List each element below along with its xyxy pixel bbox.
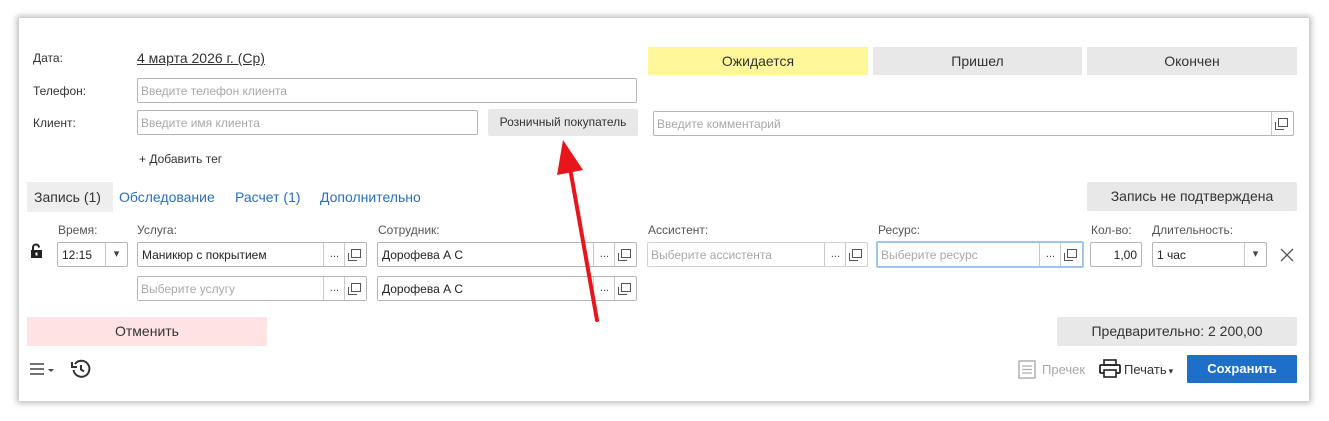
- client-label: Клиент:: [33, 116, 76, 130]
- employee2-input[interactable]: Дорофева А С ...: [377, 276, 637, 301]
- close-icon[interactable]: [1280, 248, 1294, 262]
- receipt-button[interactable]: Пречек: [1042, 362, 1085, 377]
- comment-input[interactable]: Введите комментарий: [653, 111, 1294, 136]
- unconfirmed-button[interactable]: Запись не подтверждена: [1087, 182, 1297, 211]
- status-waiting-label: Ожидается: [721, 53, 795, 69]
- employee-select-button[interactable]: ...: [593, 243, 615, 266]
- open-window-icon: [1063, 249, 1077, 261]
- print-label: Печать: [1124, 362, 1167, 377]
- qty-input[interactable]: 1,00: [1090, 242, 1142, 267]
- receipt-icon: [1018, 360, 1036, 379]
- open-window-icon: [347, 249, 361, 261]
- employee-open-button[interactable]: [614, 243, 636, 266]
- date-label: Дата:: [33, 51, 63, 65]
- open-window-icon: [617, 283, 631, 295]
- time-value: 12:15: [62, 248, 93, 262]
- service-value: Маникюр с покрытием: [142, 248, 267, 262]
- printer-icon: [1099, 359, 1121, 378]
- resource-placeholder: Выберите ресурс: [881, 248, 978, 262]
- unlock-icon[interactable]: [30, 243, 44, 259]
- service2-open-button[interactable]: [344, 277, 366, 300]
- retail-customer-button[interactable]: Розничный покупатель: [488, 109, 638, 136]
- employee2-select-button[interactable]: ...: [593, 277, 615, 300]
- print-button[interactable]: Печать ▾: [1124, 362, 1173, 377]
- open-window-icon: [848, 249, 862, 261]
- cancel-button[interactable]: Отменить: [27, 317, 267, 346]
- phone-label: Телефон:: [33, 84, 87, 98]
- menu-icon[interactable]: [28, 360, 56, 378]
- comment-open-button[interactable]: [1271, 112, 1293, 135]
- status-arrived-button[interactable]: Пришел: [873, 47, 1082, 75]
- history-icon[interactable]: [70, 358, 92, 380]
- tab-examination[interactable]: Обследование: [119, 189, 215, 205]
- service-column-label: Услуга:: [137, 223, 177, 237]
- service-select-button[interactable]: ...: [323, 243, 345, 266]
- employee2-value: Дорофева А С: [382, 282, 464, 296]
- add-tag-link[interactable]: + Добавить тег: [139, 152, 222, 166]
- tab-record[interactable]: Запись (1): [27, 182, 113, 212]
- phone-input[interactable]: Введите телефон клиента: [137, 78, 637, 103]
- duration-column-label: Длительность:: [1152, 223, 1234, 237]
- resource-column-label: Ресурс:: [878, 223, 921, 237]
- comment-placeholder: Введите комментарий: [657, 117, 781, 131]
- assistant-input[interactable]: Выберите ассистента ...: [647, 242, 868, 267]
- employee-value: Дорофева А С: [382, 248, 464, 262]
- save-button[interactable]: Сохранить: [1187, 355, 1297, 383]
- time-dropdown-button[interactable]: ▾: [105, 243, 127, 266]
- qty-value: 1,00: [1113, 248, 1137, 262]
- open-window-icon: [1274, 118, 1288, 130]
- assistant-column-label: Ассистент:: [648, 223, 709, 237]
- tab-additional[interactable]: Дополнительно: [320, 189, 421, 205]
- duration-value: 1 час: [1157, 248, 1186, 262]
- service-placeholder: Выберите услугу: [141, 282, 236, 296]
- date-value-link[interactable]: 4 марта 2026 г. (Ср): [137, 50, 265, 66]
- chevron-down-icon: ▾: [1168, 366, 1174, 376]
- employee-column-label: Сотрудник:: [378, 223, 440, 237]
- duration-dropdown-button[interactable]: ▾: [1244, 243, 1266, 266]
- assistant-placeholder: Выберите ассистента: [651, 248, 772, 262]
- qty-column-label: Кол-во:: [1091, 223, 1132, 237]
- time-select[interactable]: 12:15 ▾: [57, 242, 128, 267]
- tab-calculation[interactable]: Расчет (1): [235, 189, 301, 205]
- employee2-open-button[interactable]: [614, 277, 636, 300]
- service2-select-button[interactable]: ...: [323, 277, 345, 300]
- phone-placeholder: Введите телефон клиента: [141, 84, 287, 98]
- resource-open-button[interactable]: [1060, 243, 1082, 266]
- open-window-icon: [347, 283, 361, 295]
- preliminary-total: Предварительно: 2 200,00: [1057, 317, 1297, 346]
- resource-select-button[interactable]: ...: [1039, 243, 1061, 266]
- tab-record-label: Запись (1): [34, 189, 101, 205]
- service-open-button[interactable]: [344, 243, 366, 266]
- employee-input[interactable]: Дорофева А С ...: [377, 242, 637, 267]
- assistant-select-button[interactable]: ...: [824, 243, 846, 266]
- assistant-open-button[interactable]: [845, 243, 867, 266]
- service-input-empty[interactable]: Выберите услугу ...: [137, 276, 367, 301]
- status-waiting-button[interactable]: Ожидается: [648, 47, 868, 75]
- client-placeholder: Введите имя клиента: [141, 116, 260, 130]
- client-input[interactable]: Введите имя клиента: [137, 110, 478, 135]
- duration-select[interactable]: 1 час ▾: [1152, 242, 1267, 267]
- status-finished-button[interactable]: Окончен: [1087, 47, 1297, 75]
- time-column-label: Время:: [58, 223, 98, 237]
- resource-input[interactable]: Выберите ресурс ...: [876, 241, 1084, 268]
- service-input[interactable]: Маникюр с покрытием ...: [137, 242, 367, 267]
- open-window-icon: [617, 249, 631, 261]
